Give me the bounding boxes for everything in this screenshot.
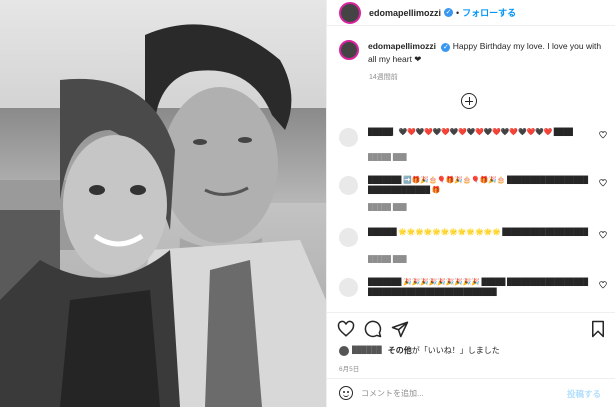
comment-bubble-icon[interactable] — [364, 320, 382, 338]
likes-label: が「いいね！」しました — [411, 346, 500, 355]
add-comment-bar: 投稿する — [327, 378, 615, 407]
comment-avatar[interactable] — [339, 228, 358, 247]
author-username[interactable]: edomapellimozzi — [369, 8, 441, 18]
comment-avatar[interactable] — [339, 128, 358, 147]
liker-avatar[interactable] — [339, 345, 349, 356]
post-header: edomapellimozzi ✓ • フォローする — [327, 0, 615, 26]
likes-others-link[interactable]: その他 — [388, 345, 412, 356]
post-action-bar — [337, 320, 607, 338]
save-bookmark-icon[interactable] — [589, 320, 607, 338]
comment-meta: █████ ███ — [368, 204, 407, 211]
caption-timestamp: 14週間前 — [369, 74, 398, 81]
comment-text: ███████ 🎉🎉🎉🎉🎉🎉🎉🎉🎉 █████ ████████████████… — [368, 279, 588, 296]
follow-button[interactable]: フォローする — [462, 6, 516, 19]
post-date: 6月5日 — [339, 366, 360, 373]
caption-verified-icon: ✓ — [441, 43, 451, 52]
comment-avatar[interactable] — [339, 278, 358, 297]
comment-text: ██████ 🌟🌟🌟🌟🌟🌟🌟🌟🌟🌟🌟🌟 ██████████████████ — [368, 229, 588, 236]
author-avatar[interactable] — [339, 1, 361, 24]
post-photo[interactable] — [0, 0, 326, 407]
comment-meta: █████ ███ — [368, 154, 407, 161]
comment-like-heart-icon[interactable] — [599, 281, 607, 289]
verified-badge-icon: ✓ — [444, 8, 454, 17]
share-paper-plane-icon[interactable] — [391, 320, 409, 338]
caption-text: edomapellimozzi ✓ Happy Birthday my love… — [368, 40, 609, 66]
like-heart-icon[interactable] — [337, 320, 355, 338]
comment-like-heart-icon[interactable] — [599, 131, 607, 139]
liker-username[interactable]: ██████ — [352, 347, 382, 354]
caption-username[interactable]: edomapellimozzi — [368, 41, 436, 51]
comment-text: █████▎ 🖤❤️🖤❤️🖤❤️🖤❤️🖤❤️🖤❤️🖤❤️🖤❤️🖤❤️ ████ — [368, 129, 573, 136]
comment-meta: █████ ███ — [368, 256, 407, 263]
comment-avatar[interactable] — [339, 176, 358, 195]
comment-input[interactable] — [361, 386, 551, 400]
post-comment-button[interactable]: 投稿する — [567, 388, 601, 400]
post-side-panel: edomapellimozzi ✓ • フォローする edomapellimoz… — [326, 0, 615, 407]
actions-divider — [327, 312, 615, 313]
comment-like-heart-icon[interactable] — [599, 231, 607, 239]
comment-like-heart-icon[interactable] — [599, 179, 607, 187]
post-caption: edomapellimozzi ✓ Happy Birthday my love… — [339, 40, 609, 66]
likes-summary: ██████ その他 が「いいね！」しました — [339, 345, 500, 356]
load-more-comments-icon[interactable] — [461, 93, 477, 109]
separator-dot: • — [456, 7, 460, 18]
caption-author-avatar[interactable] — [339, 40, 359, 60]
comment-text: ███████ ➡️🎁🎉🎂🎈🎁🎉🎂🎈🎁🎉🎂 ██████████████████… — [368, 177, 588, 194]
emoji-picker-icon[interactable] — [339, 386, 353, 400]
photo-image — [0, 0, 326, 407]
